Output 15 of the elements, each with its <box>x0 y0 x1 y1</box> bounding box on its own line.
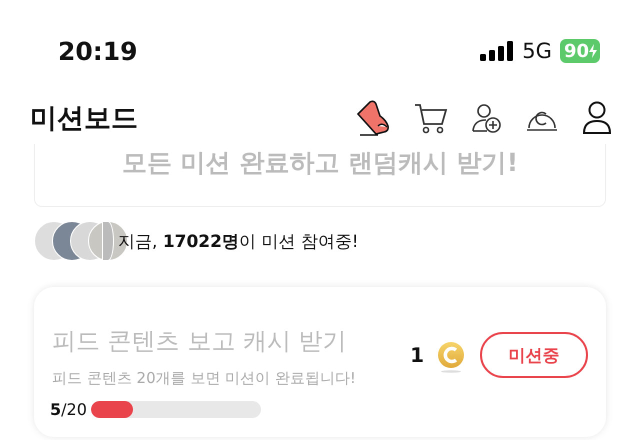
reward-amount: 1 <box>410 343 424 367</box>
profile-icon[interactable] <box>582 101 612 135</box>
page-title: 미션보드 <box>30 102 138 136</box>
status-time: 20:19 <box>58 36 138 66</box>
participants-text: 지금, 17022명이 미션 참여중! <box>118 230 359 252</box>
banner-text: 모든 미션 완료하고 랜덤캐시 받기! <box>122 147 518 179</box>
mission-title: 피드 콘텐츠 보고 캐시 받기 <box>52 326 348 357</box>
battery-indicator: 90 <box>560 39 600 63</box>
add-user-icon[interactable] <box>472 103 502 133</box>
network-label: 5G <box>522 39 552 63</box>
signal-icon <box>480 41 514 61</box>
cart-icon[interactable] <box>414 102 448 134</box>
mission-status-button[interactable]: 미션중 <box>480 332 588 378</box>
progress-count: 5/20 <box>50 400 87 419</box>
mission-description: 피드 콘텐츠 20개를 보면 미션이 완료됩니다! <box>52 369 357 388</box>
